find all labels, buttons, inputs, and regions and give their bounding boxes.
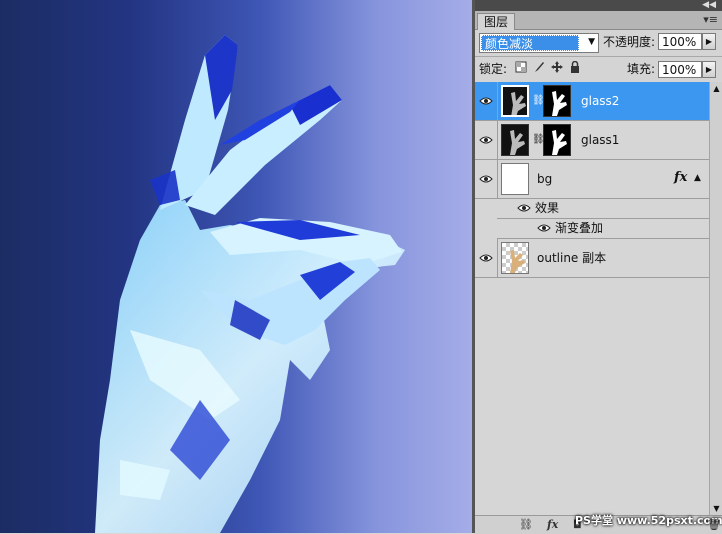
- visibility-toggle[interactable]: [475, 160, 498, 198]
- layer-row-outline-copy[interactable]: outline 副本: [475, 239, 722, 278]
- fill-input[interactable]: 100%: [658, 61, 702, 78]
- panel-title-strip: ◀◀: [475, 0, 722, 11]
- visibility-toggle[interactable]: [475, 82, 498, 120]
- eye-icon[interactable]: [537, 223, 551, 233]
- watermark: PS学堂 www.52psxt.com: [575, 514, 722, 527]
- lock-pixels-brush-icon[interactable]: [532, 61, 546, 75]
- link-layers-icon[interactable]: ⛓: [519, 518, 533, 532]
- delete-layer-trash-icon[interactable]: 🗑: [707, 518, 721, 532]
- eye-icon: [479, 254, 493, 262]
- gradient-overlay-label: 渐变叠加: [555, 221, 604, 235]
- fill-slider-button[interactable]: ▶: [702, 61, 716, 78]
- lock-position-move-icon[interactable]: [550, 61, 564, 75]
- visibility-toggle[interactable]: [475, 239, 498, 277]
- expand-effects-arrow-icon[interactable]: ▲: [694, 173, 701, 183]
- layer-name[interactable]: glass2: [581, 93, 619, 109]
- panel-menu-icon[interactable]: ▾≡: [703, 13, 718, 26]
- layer-row-glass2[interactable]: ⛓ glass2: [475, 82, 722, 121]
- effects-label: 效果: [535, 201, 560, 215]
- layer-row-bg[interactable]: bg fx ▲: [475, 160, 722, 199]
- document-canvas[interactable]: [0, 0, 472, 533]
- layer-thumbnail[interactable]: [501, 163, 529, 195]
- eye-icon[interactable]: [517, 203, 531, 213]
- layer-thumbnail[interactable]: [501, 85, 529, 117]
- eye-icon: [479, 136, 493, 144]
- panel-bottom-toolbar: ⛓ fx ◘ PS学堂 www.52psxt.com 🗑: [475, 514, 722, 534]
- lock-all-padlock-icon[interactable]: [568, 60, 582, 75]
- blend-opacity-row: 颜色减淡 ▼ 不透明度: 100% ▶: [475, 31, 722, 55]
- opacity-slider-button[interactable]: ▶: [702, 33, 716, 50]
- divider: [475, 56, 722, 57]
- tab-layers[interactable]: 图层: [477, 13, 516, 30]
- layer-mask-thumbnail[interactable]: [543, 124, 571, 156]
- layers-scrollbar[interactable]: ▲ ▼: [709, 82, 722, 515]
- chevron-down-icon: ▼: [588, 37, 595, 47]
- layer-effects-fx-icon[interactable]: fx: [674, 170, 687, 185]
- lock-transparency-icon[interactable]: [514, 61, 528, 75]
- eye-icon: [479, 97, 493, 105]
- visibility-toggle[interactable]: [475, 121, 498, 159]
- blend-mode-select[interactable]: 颜色减淡 ▼: [479, 33, 599, 53]
- layer-thumbnail[interactable]: [501, 242, 529, 274]
- effects-group-row[interactable]: 效果: [497, 199, 722, 219]
- fill-label: 填充:: [627, 62, 656, 76]
- layer-name[interactable]: bg: [537, 171, 552, 187]
- lock-fill-row: 锁定: 填充: 100% ▶: [475, 58, 722, 80]
- layer-row-glass1[interactable]: ⛓ glass1: [475, 121, 722, 160]
- eye-icon: [479, 175, 493, 183]
- add-layer-style-fx-icon[interactable]: fx: [547, 518, 558, 532]
- layer-name[interactable]: glass1: [581, 132, 619, 148]
- collapse-icon[interactable]: ◀◀: [702, 0, 716, 11]
- opacity-input[interactable]: 100%: [658, 33, 702, 50]
- layers-panel: ◀◀ 图层 ▾≡ 颜色减淡 ▼ 不透明度: 100% ▶ 锁定: 填充: 100…: [475, 0, 722, 534]
- panel-tab-row: 图层 ▾≡: [475, 11, 722, 30]
- blend-mode-value: 颜色减淡: [481, 35, 579, 51]
- gradient-overlay-effect-row[interactable]: 渐变叠加: [497, 219, 722, 239]
- layers-list: ⛓ glass2 ⛓ glass1 bg fx ▲ 效果 渐变叠加 outlin…: [475, 82, 722, 515]
- layer-mask-thumbnail[interactable]: [543, 85, 571, 117]
- layer-thumbnail[interactable]: [501, 124, 529, 156]
- opacity-label: 不透明度:: [603, 35, 656, 49]
- glass-hand-artwork: [95, 35, 405, 533]
- layer-name[interactable]: outline 副本: [537, 250, 606, 266]
- lock-label: 锁定:: [479, 62, 508, 76]
- scroll-up-arrow-icon[interactable]: ▲: [710, 82, 722, 95]
